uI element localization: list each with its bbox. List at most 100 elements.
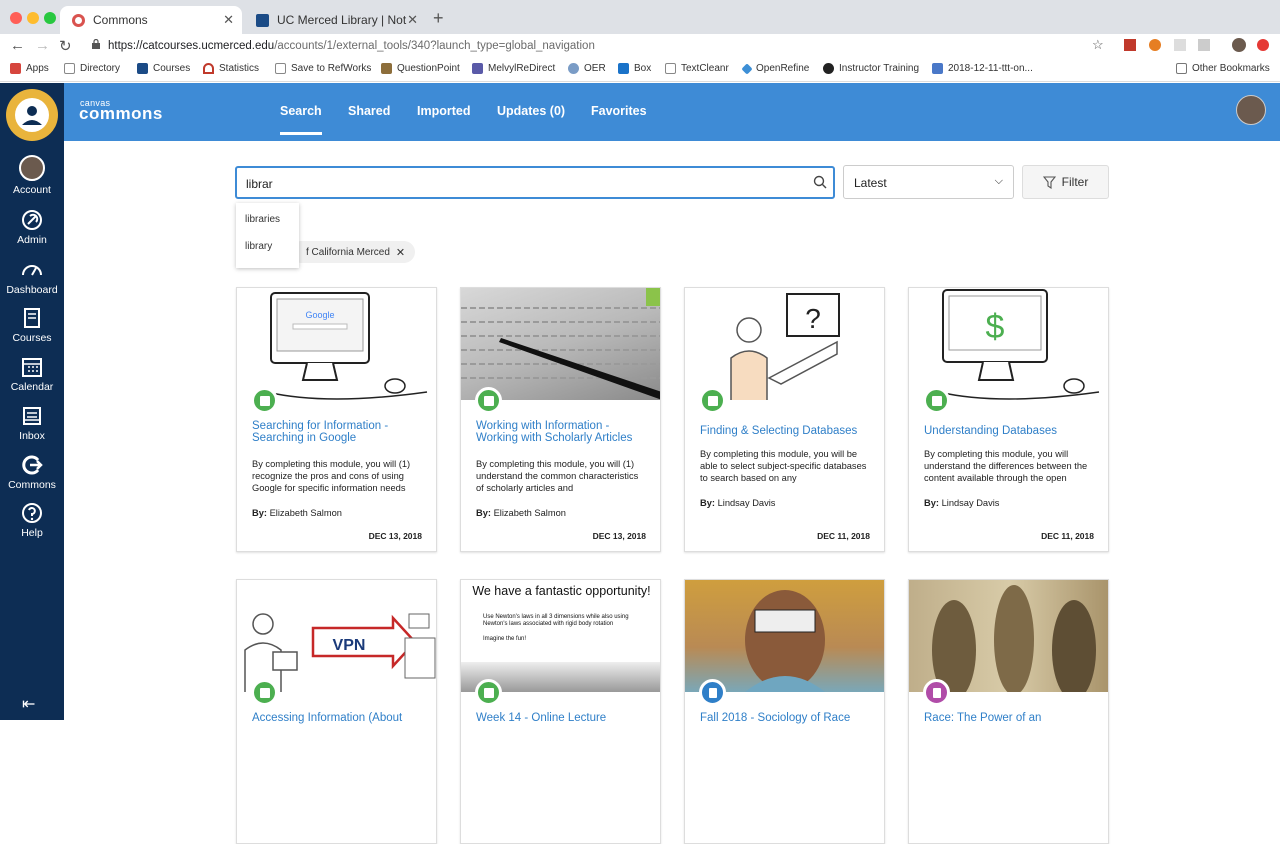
suggestion-item[interactable]: libraries bbox=[245, 214, 280, 225]
nav-dashboard[interactable]: Dashboard bbox=[0, 259, 64, 296]
bookmark-directory[interactable]: Directory bbox=[64, 63, 120, 74]
bookmark-instructor-training[interactable]: Instructor Training bbox=[823, 63, 919, 74]
bookmark-label: Other Bookmarks bbox=[1192, 63, 1270, 74]
card-title[interactable]: Understanding Databases bbox=[924, 425, 1099, 437]
back-arrow-icon[interactable]: ← bbox=[10, 37, 25, 54]
brand-commons[interactable]: commons bbox=[79, 104, 163, 124]
sort-select[interactable]: Latest ⌵ bbox=[843, 165, 1014, 199]
tab-updates[interactable]: Updates (0) bbox=[497, 104, 565, 118]
bookmark-melvyl[interactable]: MelvylReDirect bbox=[472, 63, 555, 74]
extension-icon[interactable] bbox=[1198, 39, 1210, 51]
nav-label: Inbox bbox=[19, 430, 45, 442]
browser-tab-bar: Commons ✕ UC Merced Library | Not what ✕… bbox=[0, 0, 1280, 34]
nav-label: Calendar bbox=[10, 381, 54, 393]
page-icon bbox=[64, 63, 75, 74]
person-photo bbox=[745, 590, 825, 692]
url-field[interactable]: https://catcourses.ucmerced.edu/accounts… bbox=[86, 35, 1116, 57]
collapse-nav-icon[interactable]: ⇤ bbox=[22, 694, 35, 714]
tab-favorites[interactable]: Favorites bbox=[591, 104, 647, 118]
nav-calendar[interactable]: Calendar bbox=[0, 356, 64, 393]
extension-icon[interactable] bbox=[1257, 39, 1269, 51]
bookmark-ttt[interactable]: 2018-12-11-ttt-on... bbox=[932, 63, 1033, 74]
card-title[interactable]: Race: The Power of an bbox=[924, 712, 1099, 724]
lock-icon bbox=[92, 39, 100, 49]
tab-shared[interactable]: Shared bbox=[348, 104, 390, 118]
minimize-window-icon[interactable] bbox=[27, 12, 39, 24]
slide-title: We have a fantastic opportunity! bbox=[472, 584, 651, 598]
resource-card[interactable]: We have a fantastic opportunity! Use New… bbox=[460, 579, 661, 844]
tab-imported[interactable]: Imported bbox=[417, 104, 470, 118]
resource-card[interactable]: Fall 2018 - Sociology of Race bbox=[684, 579, 885, 844]
by-label: By: bbox=[924, 498, 939, 508]
card-title[interactable]: Searching for Information - Searching in… bbox=[252, 420, 427, 444]
bookmark-openrefine[interactable]: OpenRefine bbox=[741, 62, 809, 75]
close-tab-icon[interactable]: ✕ bbox=[407, 12, 418, 28]
resource-card[interactable]: VPN Accessing Information (About bbox=[236, 579, 437, 844]
card-thumbnail bbox=[685, 580, 884, 692]
bookmark-statistics[interactable]: Statistics bbox=[203, 63, 259, 74]
resource-card[interactable]: $ Understanding Databases By completing … bbox=[908, 287, 1109, 552]
calendar-icon bbox=[22, 358, 42, 377]
extension-icon[interactable] bbox=[1149, 39, 1161, 51]
bookmark-other[interactable]: Other Bookmarks bbox=[1176, 63, 1270, 74]
card-date: DEC 13, 2018 bbox=[592, 531, 646, 541]
nav-courses[interactable]: Courses bbox=[0, 307, 64, 344]
resource-card[interactable]: Working with Information - Working with … bbox=[460, 287, 661, 552]
extension-icon[interactable] bbox=[1124, 39, 1136, 51]
bookmarks-bar: Apps Directory Courses Statistics Save t… bbox=[0, 58, 1280, 82]
bookmark-courses[interactable]: Courses bbox=[137, 63, 190, 74]
forward-arrow-icon[interactable]: → bbox=[35, 37, 50, 54]
new-tab-icon[interactable]: + bbox=[433, 8, 444, 29]
computer-google-illustration: Google bbox=[266, 292, 428, 400]
card-author: By: Lindsay Davis bbox=[700, 498, 775, 508]
questionpoint-icon bbox=[381, 63, 392, 74]
bookmark-label: Apps bbox=[26, 63, 49, 74]
filter-button[interactable]: Filter bbox=[1022, 165, 1109, 199]
search-icon[interactable] bbox=[813, 175, 827, 189]
card-title[interactable]: Week 14 - Online Lecture bbox=[476, 712, 651, 724]
slide-bullet: Imagine the fun! bbox=[483, 636, 527, 642]
reload-icon[interactable]: ↻ bbox=[59, 37, 72, 55]
author-name: Elizabeth Salmon bbox=[269, 508, 342, 518]
bookmark-textcleanr[interactable]: TextCleanr bbox=[665, 63, 729, 74]
card-title[interactable]: Fall 2018 - Sociology of Race bbox=[700, 712, 875, 724]
bookmark-refworks[interactable]: Save to RefWorks bbox=[275, 63, 371, 74]
profile-avatar-icon[interactable] bbox=[1232, 38, 1246, 52]
bookmark-questionpoint[interactable]: QuestionPoint bbox=[381, 63, 460, 74]
user-avatar[interactable] bbox=[1236, 95, 1266, 125]
card-title[interactable]: Accessing Information (About bbox=[252, 712, 427, 724]
nav-commons[interactable]: Commons bbox=[0, 454, 64, 491]
bookmark-box[interactable]: Box bbox=[618, 63, 651, 74]
tab-title: Commons bbox=[93, 13, 148, 27]
tab-commons[interactable]: Commons ✕ bbox=[60, 6, 242, 34]
bookmark-label: MelvylReDirect bbox=[488, 63, 556, 74]
close-tab-icon[interactable]: ✕ bbox=[223, 12, 234, 28]
tab-search[interactable]: Search bbox=[280, 104, 322, 135]
card-title[interactable]: Working with Information - Working with … bbox=[476, 420, 651, 444]
uc-merced-logo[interactable] bbox=[6, 89, 58, 141]
suggestion-item[interactable]: library bbox=[245, 241, 272, 252]
maximize-window-icon[interactable] bbox=[44, 12, 56, 24]
resource-card[interactable]: Google Searching for Information - Searc… bbox=[236, 287, 437, 552]
search-input[interactable]: librar bbox=[235, 166, 835, 199]
bookmark-label: QuestionPoint bbox=[397, 63, 460, 74]
nav-inbox[interactable]: Inbox bbox=[0, 405, 64, 442]
resource-card[interactable]: ? Finding & Selecting Databases By compl… bbox=[684, 287, 885, 552]
close-window-icon[interactable] bbox=[10, 12, 22, 24]
nav-label: Admin bbox=[17, 234, 47, 246]
bookmark-apps[interactable]: Apps bbox=[10, 63, 49, 74]
card-author: By: Elizabeth Salmon bbox=[252, 508, 342, 518]
resource-card[interactable]: Race: The Power of an bbox=[908, 579, 1109, 844]
library-favicon-icon bbox=[256, 13, 269, 27]
nav-help[interactable]: Help bbox=[0, 502, 64, 539]
bookmark-star-icon[interactable]: ☆ bbox=[1092, 37, 1104, 53]
remove-chip-icon[interactable]: ✕ bbox=[396, 246, 405, 259]
nav-account[interactable]: Account bbox=[0, 155, 64, 196]
tab-library[interactable]: UC Merced Library | Not what ✕ bbox=[244, 6, 426, 34]
nav-admin[interactable]: Admin bbox=[0, 209, 64, 246]
institution-filter-chip[interactable]: f California Merced ✕ bbox=[290, 241, 416, 263]
nav-label: Dashboard bbox=[6, 284, 58, 296]
card-title[interactable]: Finding & Selecting Databases bbox=[700, 425, 875, 437]
bookmark-oer[interactable]: OER bbox=[568, 63, 606, 74]
extension-icon[interactable] bbox=[1174, 39, 1186, 51]
